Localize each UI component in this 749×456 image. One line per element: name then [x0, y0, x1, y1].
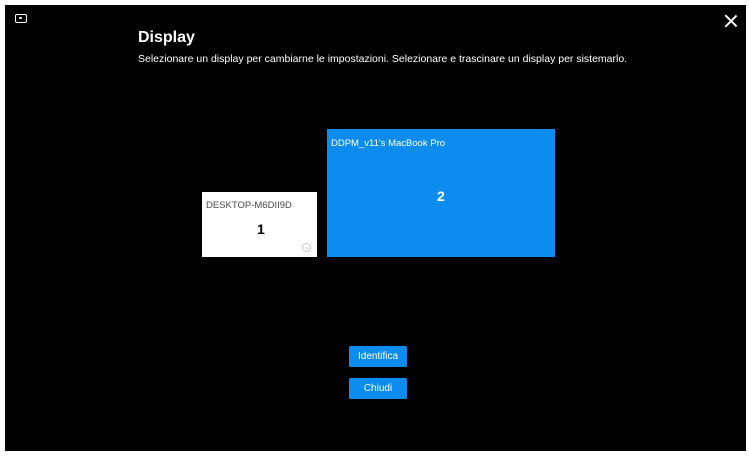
page-title: Display	[138, 29, 195, 46]
display-tile-1[interactable]: DESKTOP-M6DII9D 1	[202, 192, 317, 257]
display-number: 1	[257, 221, 265, 237]
identify-button[interactable]: Identifica	[349, 346, 407, 367]
display-name: DDPM_v11's MacBook Pro	[331, 138, 446, 149]
display-app-icon	[15, 14, 27, 23]
close-icon[interactable]	[724, 14, 738, 28]
display-window: Display Selezionare un display per cambi…	[5, 5, 746, 451]
page-subtitle: Selezionare un display per cambiarne le …	[138, 53, 628, 65]
close-button[interactable]: Chiudi	[349, 378, 407, 399]
display-tile-2[interactable]: DDPM_v11's MacBook Pro 2	[327, 129, 555, 257]
display-name: DESKTOP-M6DII9D	[206, 200, 292, 211]
settings-icon	[302, 243, 311, 252]
display-number: 2	[437, 188, 445, 204]
